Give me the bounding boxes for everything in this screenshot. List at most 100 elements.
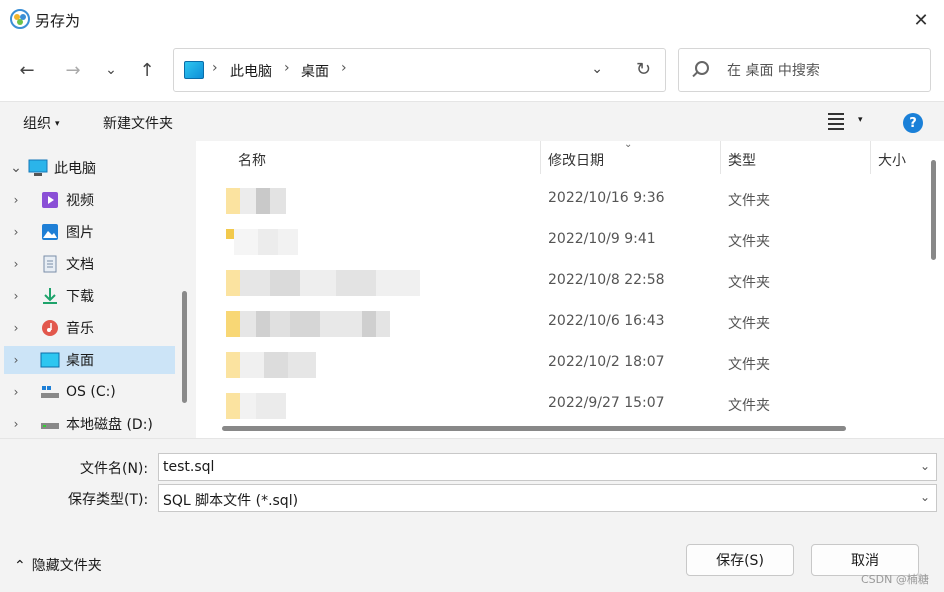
file-type: 文件夹 (728, 357, 770, 373)
column-divider[interactable] (720, 141, 721, 174)
modified-date: 2022/10/9 9:41 (548, 231, 656, 247)
address-bar[interactable]: › 此电脑 › 桌面 › ⌄ ↻ (173, 48, 666, 92)
sidebar-item-label: 文档 (66, 257, 94, 273)
chevron-right-icon[interactable]: › (4, 321, 28, 335)
refresh-icon[interactable]: ↻ (636, 59, 651, 80)
back-button[interactable]: ← (14, 57, 40, 83)
video-icon (40, 191, 60, 209)
chevron-right-icon[interactable]: › (4, 193, 28, 207)
sidebar-item-desktop[interactable]: › 桌面 (4, 346, 175, 374)
table-row[interactable]: 2022/10/8 22:58 文件夹 (196, 262, 923, 303)
modified-date: 2022/10/2 18:07 (548, 354, 665, 370)
sidebar-item-label: 视频 (66, 193, 94, 209)
breadcrumb-desktop[interactable]: 桌面 (301, 61, 329, 81)
table-row[interactable]: 2022/10/16 9:36 文件夹 (196, 180, 923, 221)
window-title: 另存为 (35, 12, 81, 30)
column-header-name[interactable]: 名称 (238, 141, 266, 174)
chevron-down-icon: ⌄ (105, 62, 117, 78)
breadcrumb-separator: › (341, 60, 347, 76)
recent-locations-button[interactable]: ⌄ (98, 57, 124, 83)
search-box[interactable] (678, 48, 931, 92)
sidebar-item-label: 图片 (66, 225, 94, 241)
chevron-right-icon[interactable]: › (4, 417, 28, 431)
dialog-footer: ⌃ 隐藏文件夹 保存(S) 取消 CSDN @楠糖 (0, 520, 944, 592)
modified-date: 2022/10/16 9:36 (548, 190, 665, 206)
sidebar-item-label: OS (C:) (66, 384, 116, 400)
close-button[interactable]: ✕ (898, 0, 944, 40)
filename-field-box[interactable]: ⌄ (158, 453, 937, 481)
filename-label: 文件名(N): (80, 461, 149, 477)
app-icon (10, 9, 30, 29)
column-divider[interactable] (870, 141, 871, 174)
forward-arrow-icon: → (65, 59, 81, 81)
file-type: 文件夹 (728, 275, 770, 291)
chevron-down-icon[interactable]: ⌄ (4, 160, 28, 176)
sidebar-item-this-pc[interactable]: ⌄ 此电脑 (4, 154, 175, 182)
sidebar-item-pictures[interactable]: › 图片 (4, 218, 175, 246)
sidebar-item-drive-c[interactable]: › OS (C:) (4, 378, 175, 406)
close-icon: ✕ (913, 9, 929, 31)
chevron-right-icon[interactable]: › (4, 385, 28, 399)
sort-indicator-icon: ⌄ (624, 141, 633, 150)
breadcrumb-separator: › (212, 60, 218, 76)
search-input[interactable] (727, 60, 917, 82)
download-icon (40, 287, 60, 305)
chevron-down-icon[interactable]: ⌄ (920, 459, 930, 473)
sidebar-item-downloads[interactable]: › 下载 (4, 282, 175, 310)
new-folder-label: 新建文件夹 (103, 116, 173, 132)
horizontal-scrollbar[interactable] (222, 426, 846, 431)
file-type: 文件夹 (728, 316, 770, 332)
view-options-icon[interactable] (828, 113, 844, 131)
column-header-size[interactable]: 大小 (878, 141, 906, 174)
command-bar: 组织 ▾ 新建文件夹 ▾ ? (0, 103, 944, 141)
forward-button[interactable]: → (60, 57, 86, 83)
file-type: 文件夹 (728, 193, 770, 209)
sidebar-item-label: 下载 (66, 289, 94, 305)
column-header-modified[interactable]: 修改日期 (548, 141, 604, 174)
filetype-select[interactable]: SQL 脚本文件 (*.sql) ⌄ (158, 484, 937, 512)
sidebar-item-documents[interactable]: › 文档 (4, 250, 175, 278)
caret-down-icon: ▾ (55, 119, 60, 129)
chevron-down-icon[interactable]: ⌄ (920, 490, 930, 504)
breadcrumb-this-pc[interactable]: 此电脑 (230, 61, 272, 81)
hide-folders-toggle[interactable]: ⌃ 隐藏文件夹 (14, 555, 102, 575)
vertical-scrollbar[interactable] (931, 160, 936, 260)
filetype-value: SQL 脚本文件 (*.sql) (163, 493, 299, 509)
modified-date: 2022/9/27 15:07 (548, 395, 665, 411)
new-folder-button[interactable]: 新建文件夹 (103, 113, 173, 133)
file-type: 文件夹 (728, 234, 770, 250)
modified-date: 2022/10/6 16:43 (548, 313, 665, 329)
organize-menu[interactable]: 组织 ▾ (23, 113, 60, 133)
sidebar-item-label: 此电脑 (54, 161, 96, 177)
sidebar-item-drive-d[interactable]: › 本地磁盘 (D:) (4, 410, 175, 438)
hide-folders-label: 隐藏文件夹 (31, 558, 102, 574)
sidebar-item-videos[interactable]: › 视频 (4, 186, 175, 214)
document-icon (40, 255, 60, 273)
help-icon[interactable]: ? (903, 113, 923, 133)
chevron-right-icon[interactable]: › (4, 289, 28, 303)
table-row[interactable]: 2022/10/6 16:43 文件夹 (196, 303, 923, 344)
address-dropdown-icon[interactable]: ⌄ (591, 61, 603, 77)
filename-input[interactable] (163, 457, 903, 477)
file-list: 名称 ⌄ 修改日期 类型 大小 2022/10/16 9:36 文件夹 2022… (196, 141, 923, 438)
up-button[interactable]: ↑ (134, 57, 160, 83)
sidebar-item-label: 桌面 (66, 353, 94, 369)
column-divider[interactable] (540, 141, 541, 174)
table-row[interactable]: 2022/9/27 15:07 文件夹 (196, 385, 923, 426)
column-header-type[interactable]: 类型 (728, 141, 756, 174)
chevron-right-icon[interactable]: › (4, 353, 28, 367)
navigation-pane: ⌄ 此电脑 › 视频 › 图片 › 文档 › 下载 › 音乐 › 桌面 › OS… (0, 141, 192, 438)
computer-icon (28, 159, 48, 177)
sidebar-scrollbar[interactable] (182, 291, 187, 403)
chevron-right-icon[interactable]: › (4, 225, 28, 239)
save-form: 文件名(N): ⌄ 保存类型(T): SQL 脚本文件 (*.sql) ⌄ (0, 438, 944, 520)
caret-down-icon[interactable]: ▾ (858, 115, 863, 125)
watermark: CSDN @楠糖 (861, 573, 929, 586)
sidebar-item-music[interactable]: › 音乐 (4, 314, 175, 342)
save-button[interactable]: 保存(S) (686, 544, 794, 576)
table-row[interactable]: 2022/10/2 18:07 文件夹 (196, 344, 923, 385)
table-row[interactable]: 2022/10/9 9:41 文件夹 (196, 221, 923, 262)
desktop-icon (184, 61, 204, 79)
breadcrumb-separator: › (284, 60, 290, 76)
chevron-right-icon[interactable]: › (4, 257, 28, 271)
